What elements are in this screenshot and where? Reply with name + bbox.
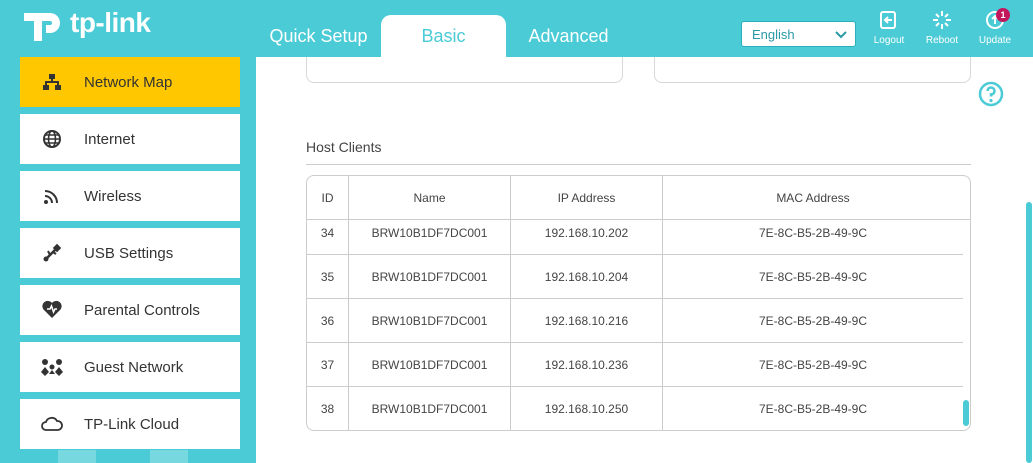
cell-name: BRW10B1DF7DC001 bbox=[349, 255, 511, 299]
logout-button[interactable]: Logout bbox=[866, 10, 912, 46]
guest-icon bbox=[20, 358, 84, 376]
sidebar-item-label: Parental Controls bbox=[84, 301, 200, 319]
cell-ip: 192.168.10.202 bbox=[511, 220, 663, 255]
sidebar-item-wireless[interactable]: Wireless bbox=[20, 171, 240, 221]
cell-name: BRW10B1DF7DC001 bbox=[349, 220, 511, 255]
cell-id: 34 bbox=[307, 220, 349, 255]
sidebar-item-internet[interactable]: Internet bbox=[20, 114, 240, 164]
sidebar-item-usb-settings[interactable]: USB Settings bbox=[20, 228, 240, 278]
update-label: Update bbox=[978, 35, 1012, 46]
column-header-name: Name bbox=[349, 176, 511, 219]
reboot-icon bbox=[932, 10, 952, 35]
table-header: ID Name IP Address MAC Address bbox=[307, 176, 970, 220]
tab-advanced[interactable]: Advanced bbox=[506, 15, 631, 57]
logout-icon bbox=[879, 10, 899, 35]
heart-icon bbox=[20, 300, 84, 320]
sidebar-item-label: TP-Link Cloud bbox=[84, 415, 180, 433]
cell-ip: 192.168.10.250 bbox=[511, 387, 663, 430]
logo-text: tp-link bbox=[70, 7, 151, 38]
wireless-icon bbox=[20, 187, 84, 205]
sidebar-item-label: Guest Network bbox=[84, 358, 184, 376]
tab-quick-setup[interactable]: Quick Setup bbox=[256, 15, 381, 57]
cell-name: BRW10B1DF7DC001 bbox=[349, 343, 511, 387]
tp-link-logo: tp-link bbox=[20, 0, 151, 46]
sidebar-item-network-map[interactable]: Network Map bbox=[20, 57, 240, 107]
column-header-ip: IP Address bbox=[511, 176, 663, 219]
table-scrollbar[interactable] bbox=[961, 220, 970, 430]
cell-id: 35 bbox=[307, 255, 349, 299]
cell-name: BRW10B1DF7DC001 bbox=[349, 387, 511, 430]
language-select-value: English bbox=[752, 26, 795, 42]
cell-ip: 192.168.10.204 bbox=[511, 255, 663, 299]
update-button[interactable]: 1 Update bbox=[972, 8, 1018, 46]
sidebar-item-parental-controls[interactable]: Parental Controls bbox=[20, 285, 240, 335]
host-clients-table: ID Name IP Address MAC Address 34 BRW10B… bbox=[306, 175, 971, 431]
table-row: 38 BRW10B1DF7DC001 192.168.10.250 7E-8C-… bbox=[307, 387, 970, 430]
info-card bbox=[306, 57, 623, 83]
table-row: 36 BRW10B1DF7DC001 192.168.10.216 7E-8C-… bbox=[307, 299, 970, 343]
sidebar-item-tp-link-cloud[interactable]: TP-Link Cloud bbox=[20, 399, 240, 449]
table-body[interactable]: 34 BRW10B1DF7DC001 192.168.10.202 7E-8C-… bbox=[307, 220, 970, 430]
sidebar-item-guest-network[interactable]: Guest Network bbox=[20, 342, 240, 392]
main-tabs: Quick Setup Basic Advanced bbox=[256, 15, 631, 57]
usb-icon bbox=[20, 243, 84, 263]
sidebar-item-label: Wireless bbox=[84, 187, 142, 205]
table-row: 34 BRW10B1DF7DC001 192.168.10.202 7E-8C-… bbox=[307, 220, 970, 255]
background-decoration bbox=[150, 450, 188, 463]
tp-link-logo-icon bbox=[20, 1, 64, 45]
sidebar-item-label: USB Settings bbox=[84, 244, 174, 262]
cell-id: 38 bbox=[307, 387, 349, 430]
reboot-button[interactable]: Reboot bbox=[919, 10, 965, 46]
reboot-label: Reboot bbox=[925, 35, 959, 46]
cell-id: 37 bbox=[307, 343, 349, 387]
logout-label: Logout bbox=[873, 35, 905, 46]
sidebar: Network Map Internet Wireless USB Settin… bbox=[20, 57, 240, 456]
page-scrollbar-thumb[interactable] bbox=[1026, 202, 1032, 463]
tab-basic[interactable]: Basic bbox=[381, 15, 506, 57]
update-badge: 1 bbox=[996, 8, 1010, 22]
column-header-id: ID bbox=[307, 176, 349, 219]
cell-mac: 7E-8C-B5-2B-49-9C bbox=[663, 299, 963, 343]
info-card bbox=[654, 57, 971, 83]
cell-mac: 7E-8C-B5-2B-49-9C bbox=[663, 387, 963, 430]
table-row: 37 BRW10B1DF7DC001 192.168.10.236 7E-8C-… bbox=[307, 343, 970, 387]
language-select[interactable]: English bbox=[741, 21, 856, 47]
chevron-down-icon bbox=[835, 27, 847, 42]
background-decoration bbox=[58, 450, 96, 463]
help-icon[interactable] bbox=[978, 81, 1004, 112]
section-divider bbox=[306, 164, 971, 165]
cell-name: BRW10B1DF7DC001 bbox=[349, 299, 511, 343]
host-clients-title: Host Clients bbox=[306, 139, 382, 155]
sidebar-item-label: Network Map bbox=[84, 73, 173, 91]
cell-mac: 7E-8C-B5-2B-49-9C bbox=[663, 220, 963, 255]
cell-id: 36 bbox=[307, 299, 349, 343]
cloud-icon bbox=[20, 416, 84, 432]
globe-icon bbox=[20, 129, 84, 149]
main-panel: Host Clients ID Name IP Address MAC Addr… bbox=[256, 57, 1033, 463]
cell-mac: 7E-8C-B5-2B-49-9C bbox=[663, 343, 963, 387]
network-map-icon bbox=[20, 73, 84, 91]
sidebar-item-label: Internet bbox=[84, 130, 135, 148]
table-scrollbar-thumb[interactable] bbox=[963, 400, 969, 426]
cell-ip: 192.168.10.236 bbox=[511, 343, 663, 387]
cell-mac: 7E-8C-B5-2B-49-9C bbox=[663, 255, 963, 299]
cell-ip: 192.168.10.216 bbox=[511, 299, 663, 343]
table-row: 35 BRW10B1DF7DC001 192.168.10.204 7E-8C-… bbox=[307, 255, 970, 299]
column-header-mac: MAC Address bbox=[776, 190, 850, 205]
